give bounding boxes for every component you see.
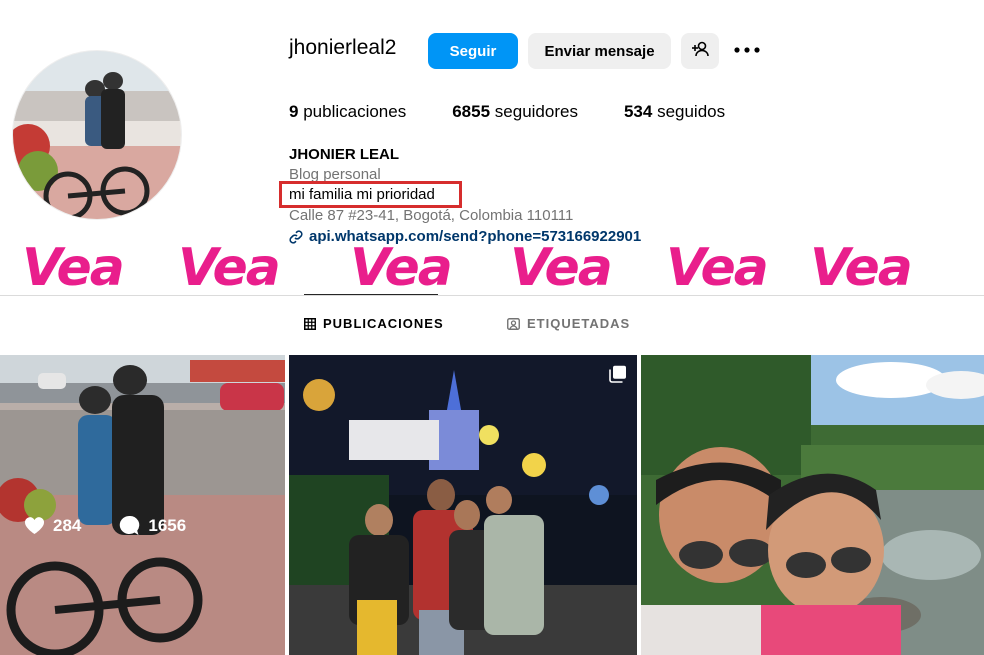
heart-icon xyxy=(24,517,45,534)
watermark-text: Vea xyxy=(510,238,613,298)
watermark-text: Vea xyxy=(178,238,281,298)
suggest-accounts-button[interactable] xyxy=(681,33,719,69)
tab-posts[interactable]: PUBLICACIONES xyxy=(304,316,444,331)
tab-posts-label: PUBLICACIONES xyxy=(323,316,444,331)
posts-label: publicaciones xyxy=(303,102,407,121)
followers-count: 6855 xyxy=(452,102,491,121)
followers-stat[interactable]: 6855 seguidores xyxy=(452,102,578,122)
post-thumbnail[interactable] xyxy=(289,355,637,655)
post-thumbnail[interactable] xyxy=(641,355,984,655)
posts-stat: 9 publicaciones xyxy=(289,102,406,122)
post-comments-count: 1656 xyxy=(148,515,187,535)
link-icon xyxy=(289,229,303,244)
follow-button[interactable]: Seguir xyxy=(428,33,518,69)
active-tab-indicator xyxy=(304,294,438,295)
multiple-photos-icon xyxy=(609,365,626,383)
watermark-text: Vea xyxy=(810,238,913,298)
more-options-icon[interactable] xyxy=(733,38,761,62)
profile-full-name: JHONIER LEAL xyxy=(289,146,400,163)
profile-avatar[interactable] xyxy=(12,50,182,220)
followers-label: seguidores xyxy=(494,102,578,121)
post-thumbnail[interactable]: 284 1656 xyxy=(0,355,285,655)
posts-count: 9 xyxy=(289,102,299,121)
tagged-icon xyxy=(507,317,520,330)
add-user-icon xyxy=(692,41,709,57)
grid-icon xyxy=(304,317,316,330)
profile-stats: 9 publicaciones 6855 seguidores 534 segu… xyxy=(289,102,771,122)
following-label: seguidos xyxy=(657,102,726,121)
post-likes-count: 284 xyxy=(53,515,82,535)
comment-icon xyxy=(120,515,140,535)
tab-tagged[interactable]: ETIQUETADAS xyxy=(507,316,630,331)
watermark-text: Vea xyxy=(350,238,453,298)
send-message-button[interactable]: Enviar mensaje xyxy=(528,33,671,69)
profile-bio: mi familia mi prioridad xyxy=(289,186,435,203)
following-stat[interactable]: 534 seguidos xyxy=(624,102,725,122)
tabs-divider xyxy=(0,295,984,296)
tab-tagged-label: ETIQUETADAS xyxy=(527,316,631,331)
post-stats-overlay: 284 1656 xyxy=(24,515,224,536)
watermark-text: Vea xyxy=(22,238,125,298)
following-count: 534 xyxy=(623,102,653,121)
watermark-text: Vea xyxy=(666,238,769,298)
profile-address: Calle 87 #23-41, Bogotá, Colombia 110111 xyxy=(289,207,574,224)
profile-username: jhonierleal2 xyxy=(289,36,397,59)
